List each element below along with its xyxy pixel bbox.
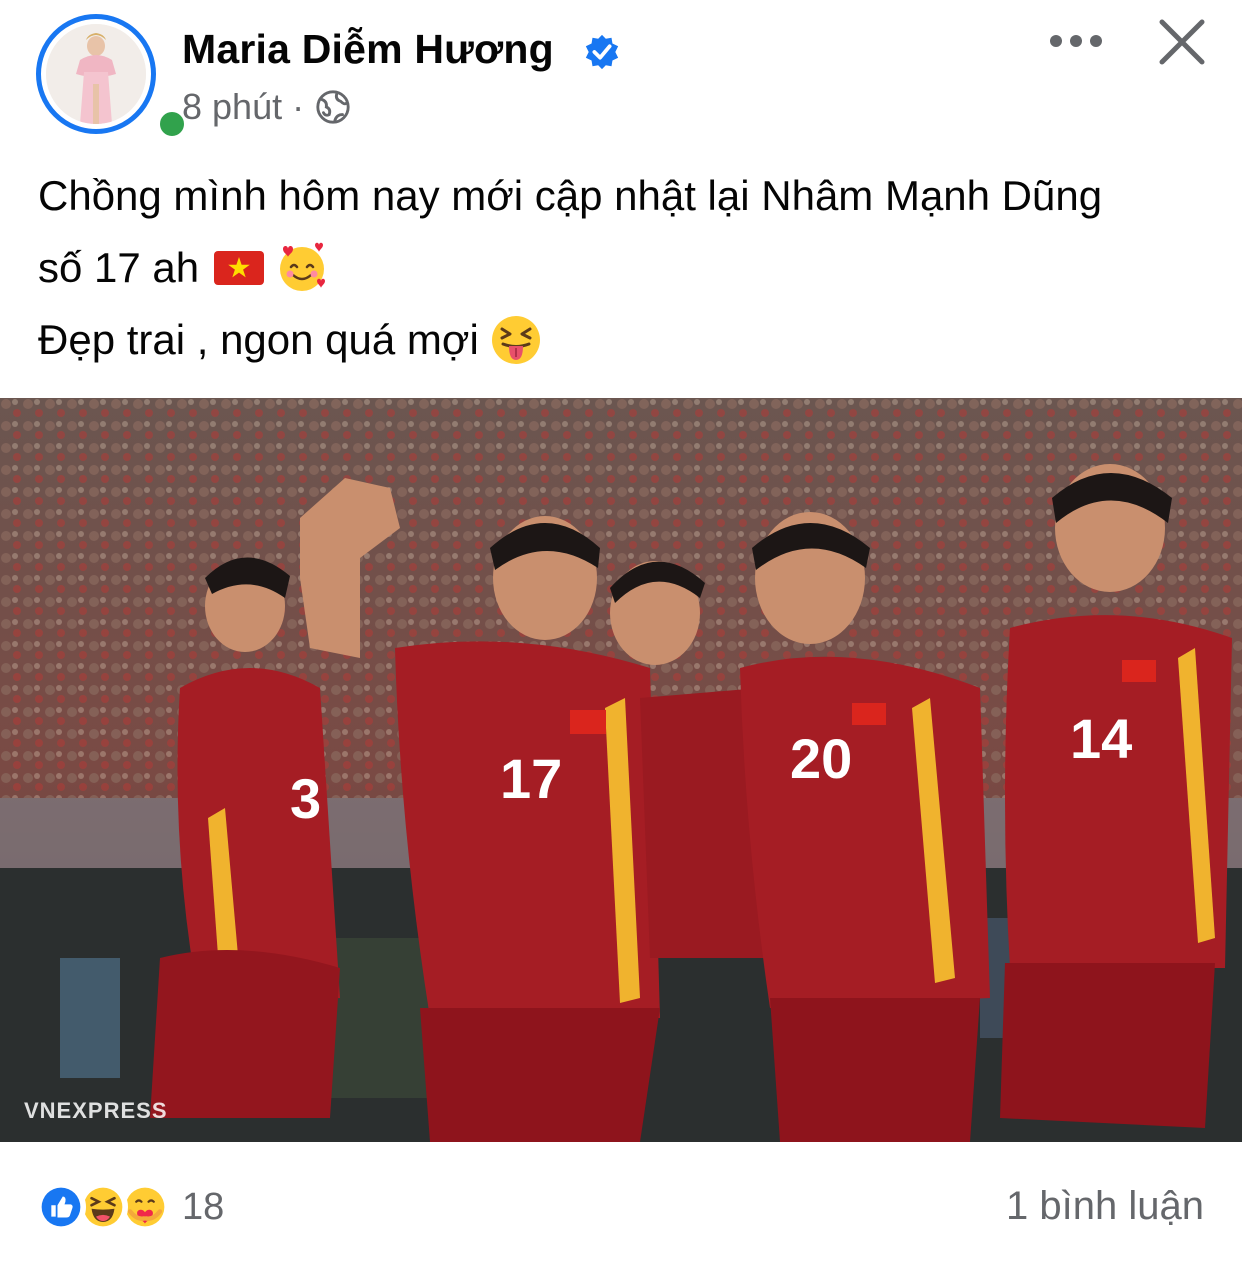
meta-separator: · xyxy=(292,86,305,127)
post-timestamp[interactable]: 8 phút xyxy=(182,86,282,128)
vietnam-flag-icon xyxy=(214,251,265,285)
post-header: Maria Diễm Hương 8 phút · xyxy=(0,0,1242,142)
verified-badge-icon xyxy=(585,34,619,70)
jersey-number: 14 xyxy=(1070,707,1132,770)
more-options-icon[interactable] xyxy=(1046,26,1106,56)
football-celebration-image: 17 20 14 3 xyxy=(0,398,1242,1142)
like-icon xyxy=(36,1182,86,1232)
reaction-count[interactable]: 18 xyxy=(182,1186,224,1229)
smiling-face-with-hearts-icon xyxy=(280,242,326,291)
jersey-number: 17 xyxy=(500,747,562,810)
image-watermark: VNEXPRESS xyxy=(24,1098,168,1123)
post-text-line-3: Đẹp trai , ngon quá mợi xyxy=(38,316,479,363)
globe-icon xyxy=(316,90,350,124)
squinting-tongue-face-icon xyxy=(491,316,540,364)
post-text-line-2: số 17 ah xyxy=(38,244,200,291)
post-text: Chồng mình hôm nay mới cập nhật lại Nhâm… xyxy=(38,160,1218,376)
avatar[interactable] xyxy=(36,14,190,142)
post-meta: 8 phút · xyxy=(182,86,352,128)
post-text-line-1: Chồng mình hôm nay mới cập nhật lại Nhâm… xyxy=(38,172,1103,219)
author-name[interactable]: Maria Diễm Hương xyxy=(182,26,554,73)
jersey-number: 20 xyxy=(790,727,852,790)
jersey-number: 3 xyxy=(290,767,321,830)
avatar-image xyxy=(46,24,146,124)
post-text-line: Chồng mình hôm nay mới cập nhật lại Nhâm… xyxy=(38,160,1218,232)
close-icon[interactable] xyxy=(1156,16,1208,68)
post-photo[interactable]: 17 20 14 3 VNEXPRESS xyxy=(0,398,1242,1142)
comments-count[interactable]: 1 bình luận xyxy=(1006,1184,1204,1229)
reactions-summary[interactable]: 18 xyxy=(36,1182,224,1232)
post-footer: 18 1 bình luận xyxy=(0,1160,1242,1260)
post-text-line: Đẹp trai , ngon quá mợi xyxy=(38,304,1218,376)
post-text-line: số 17 ah xyxy=(38,232,1218,304)
